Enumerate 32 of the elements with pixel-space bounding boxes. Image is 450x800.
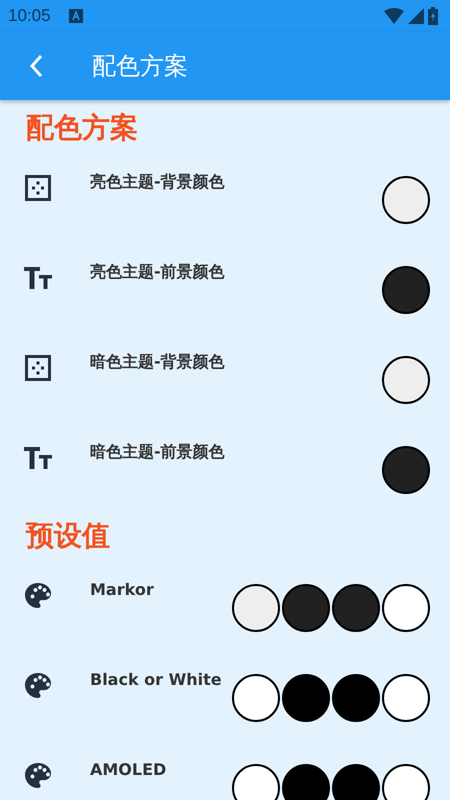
setting-label[interactable]: Black or White <box>90 668 232 692</box>
color-swatch[interactable] <box>382 674 430 722</box>
color-swatch[interactable] <box>332 584 380 632</box>
section-title: 配色方案 <box>25 110 139 146</box>
status-time: 10:05 <box>8 6 51 26</box>
setting-label[interactable]: 暗色主题-前景颜色 <box>90 440 382 464</box>
color-swatch[interactable] <box>332 764 380 800</box>
color-swatch[interactable] <box>382 446 430 494</box>
setting-label[interactable]: 亮色主题-背景颜色 <box>90 170 382 194</box>
color-swatch[interactable] <box>382 356 430 404</box>
color-swatch[interactable] <box>232 764 280 800</box>
signal-icon <box>408 8 424 24</box>
notification-icon <box>68 9 83 23</box>
setting-label[interactable]: AMOLED <box>90 758 232 782</box>
color-swatch[interactable] <box>382 584 430 632</box>
color-swatch[interactable] <box>282 764 330 800</box>
setting-label[interactable]: Markor <box>90 578 232 602</box>
color-swatch[interactable] <box>382 266 430 314</box>
wifi-icon <box>384 8 404 24</box>
app-bar-title: 配色方案 <box>92 51 188 82</box>
color-swatch[interactable] <box>382 176 430 224</box>
color-swatch[interactable] <box>282 674 330 722</box>
setting-label[interactable]: 亮色主题-前景颜色 <box>90 260 382 284</box>
color-swatch[interactable] <box>232 674 280 722</box>
section-title: 预设值 <box>24 518 111 554</box>
color-swatch[interactable] <box>282 584 330 632</box>
color-swatch[interactable] <box>332 674 380 722</box>
battery-icon <box>428 7 438 25</box>
back-icon <box>29 54 43 78</box>
setting-label[interactable]: 暗色主题-背景颜色 <box>90 350 382 374</box>
color-swatch[interactable] <box>232 584 280 632</box>
color-swatch[interactable] <box>382 764 430 800</box>
